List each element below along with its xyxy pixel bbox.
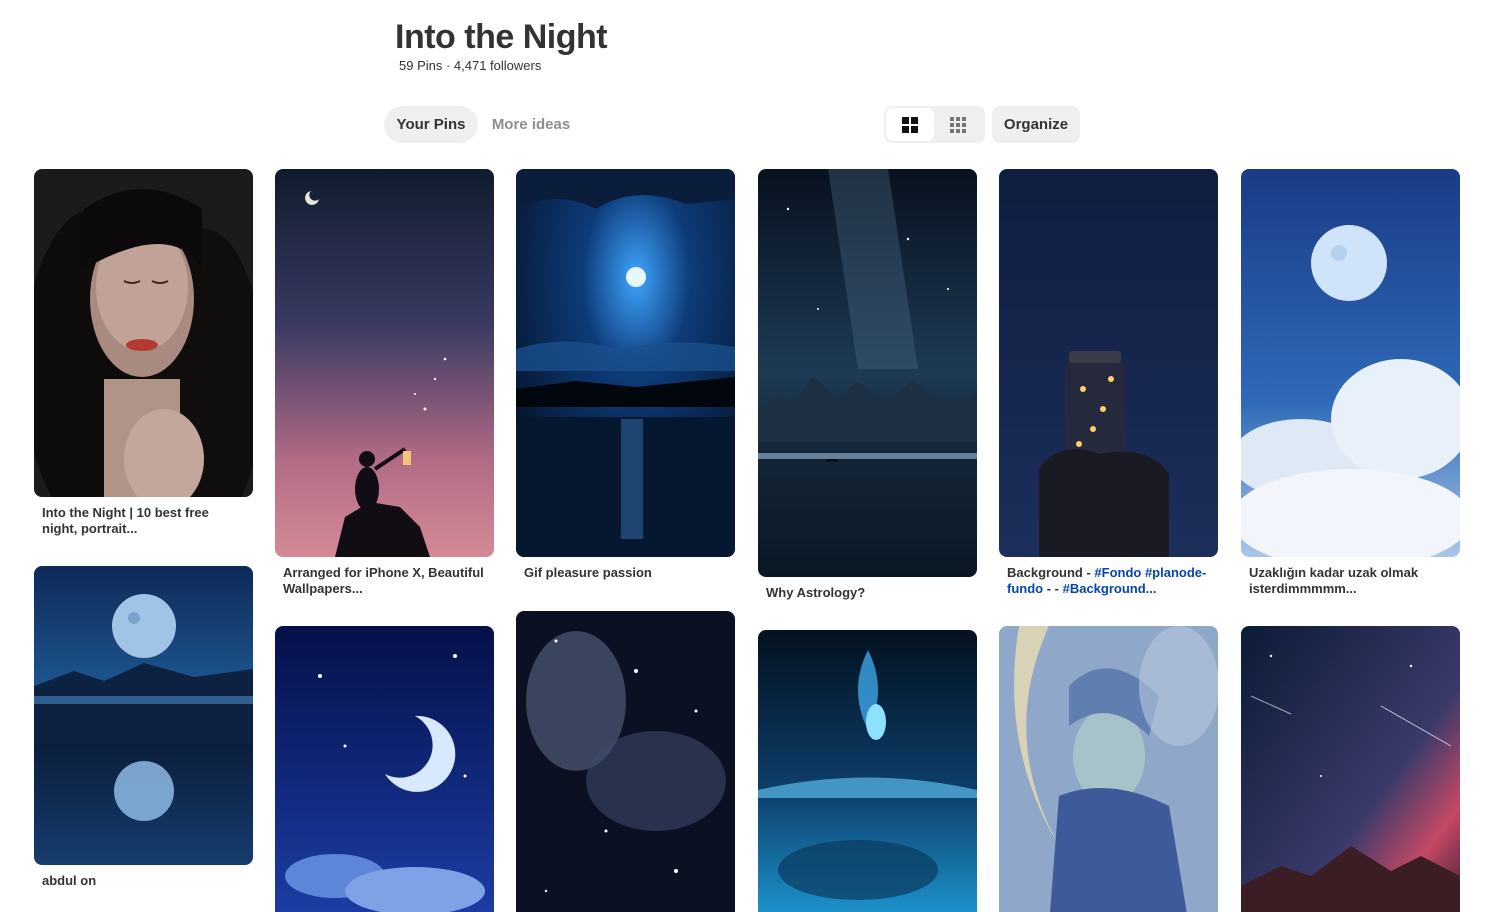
pin-caption: abdul on (42, 873, 97, 888)
pin-card[interactable] (1241, 626, 1460, 912)
board-title: Into the Night (395, 18, 608, 56)
pin-caption: Gif pleasure passion (524, 565, 652, 580)
pin-caption: Arranged for iPhone X, Beautiful Wallpap… (283, 565, 484, 596)
pin-card[interactable] (999, 626, 1218, 912)
grid-compact-icon (950, 116, 966, 133)
pin-caption: Into the Night | 10 best free night, por… (42, 505, 209, 536)
moonlit-sea-image[interactable] (516, 169, 735, 557)
pin-card[interactable]: abdul on (34, 566, 253, 889)
organize-button[interactable]: Organize (992, 106, 1080, 143)
lantern-silhouette-image[interactable] (275, 169, 494, 557)
pin-card[interactable]: Arranged for iPhone X, Beautiful Wallpap… (275, 169, 494, 597)
milky-way-mountains-image[interactable] (1241, 626, 1460, 912)
crescent-moon-clouds-image[interactable] (275, 626, 494, 912)
caption-text: - - (1043, 581, 1063, 596)
grid-default-button[interactable] (886, 108, 934, 141)
pin-card[interactable] (516, 611, 735, 912)
pin-card[interactable] (758, 630, 977, 912)
grid-compact-button[interactable] (934, 108, 982, 141)
firefly-jar-image[interactable] (999, 169, 1218, 557)
full-moon-clouds-image[interactable] (1241, 169, 1460, 557)
moon-goddess-painting-image[interactable] (999, 626, 1218, 912)
portrait-woman-image[interactable] (34, 169, 253, 497)
pin-caption: Why Astrology? (766, 585, 866, 600)
fairy-glow-ocean-image[interactable] (758, 630, 977, 912)
nebula-stars-image[interactable] (516, 611, 735, 912)
pin-card[interactable]: Into the Night | 10 best free night, por… (34, 169, 253, 537)
view-toggle (884, 106, 985, 143)
grid-default-icon (902, 116, 918, 133)
tab-more-ideas[interactable]: More ideas (488, 106, 574, 143)
moon-lake-reflection-image[interactable] (34, 566, 253, 865)
pin-card[interactable]: Why Astrology? (758, 169, 977, 601)
hashtag-link[interactable]: #Background... (1063, 581, 1157, 596)
pin-card[interactable]: Gif pleasure passion (516, 169, 735, 581)
board-meta: 59 Pins · 4,471 followers (399, 58, 542, 73)
caption-text: Background - (1007, 565, 1095, 580)
pin-card[interactable]: Background - #Fondo #planode-fundo - - #… (999, 169, 1218, 597)
milky-way-lake-image[interactable] (758, 169, 977, 577)
pin-card[interactable]: Uzaklığın kadar uzak olmak isterdimmmmm.… (1241, 169, 1460, 597)
pin-card[interactable] (275, 626, 494, 912)
pin-caption: Background - #Fondo #planode-fundo - - #… (999, 557, 1218, 597)
tab-your-pins[interactable]: Your Pins (384, 106, 478, 143)
pin-caption: Uzaklığın kadar uzak olmak isterdimmmmm.… (1249, 565, 1419, 596)
